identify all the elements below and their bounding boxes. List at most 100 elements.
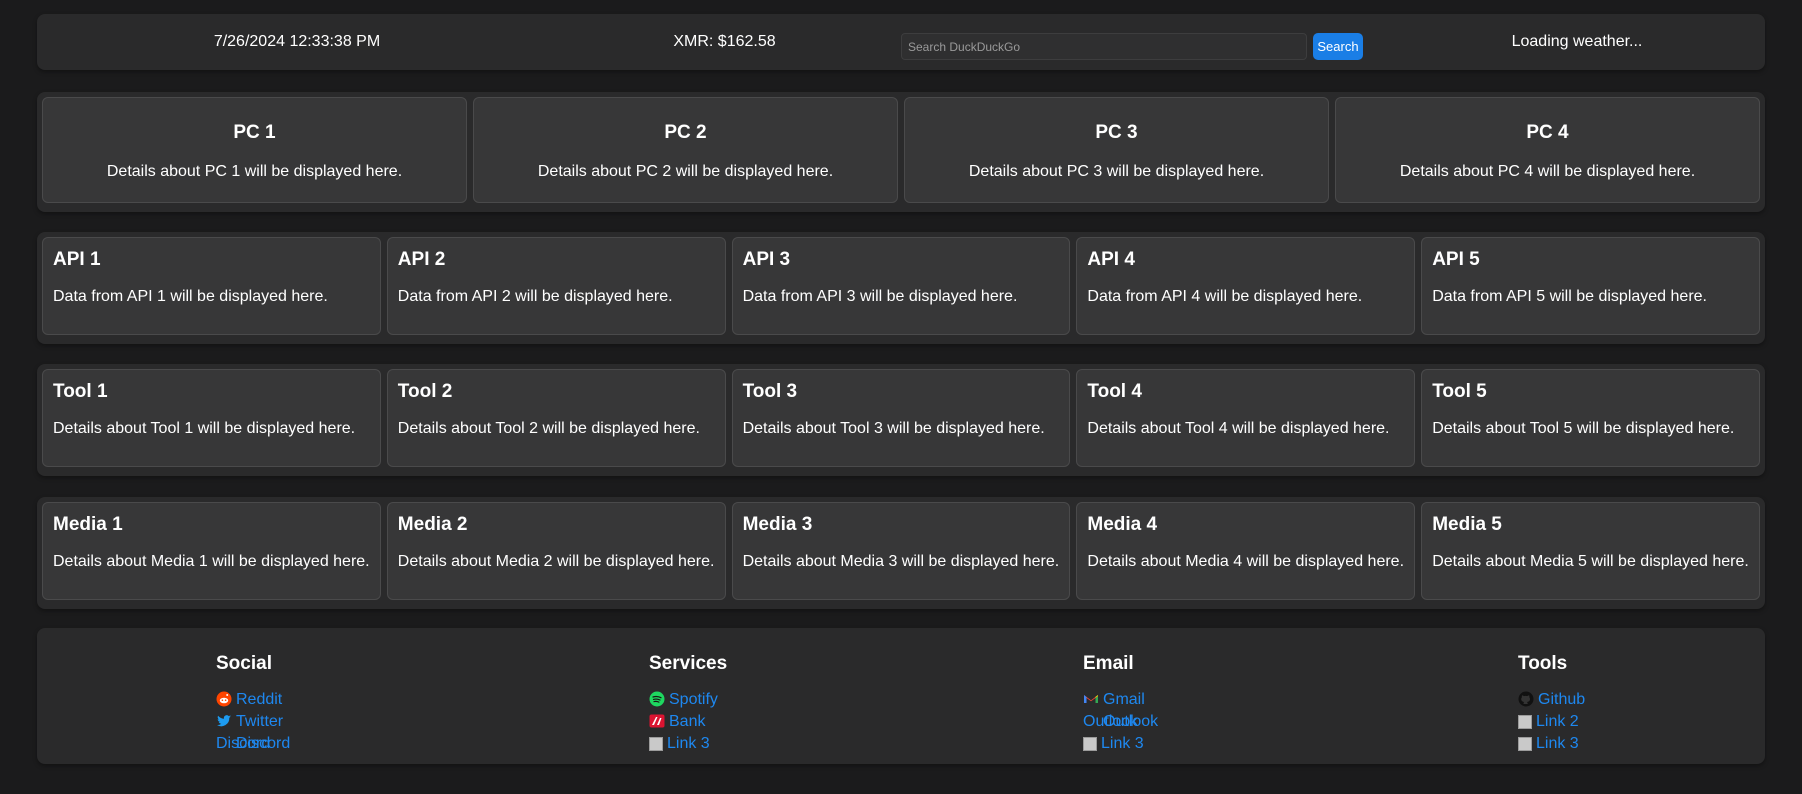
media-card[interactable]: Media 2 Details about Media 2 will be di…	[386, 502, 726, 600]
api-card-title: API 3	[742, 249, 791, 270]
bank-icon	[649, 713, 665, 729]
datetime-display: 7/26/2024 12:33:38 PM	[213, 33, 381, 50]
pc-card-title: PC 4	[1526, 122, 1569, 143]
media-card-text: Details about Media 1 will be displayed …	[53, 553, 370, 570]
footer-link-2[interactable]: Link 2	[1518, 711, 1585, 733]
tool-card-title: Tool 5	[1432, 381, 1487, 402]
footer-link-bank[interactable]: Bank	[649, 711, 727, 733]
media-card-title: Media 4	[1087, 514, 1158, 535]
footer-link-label[interactable]: Reddit	[236, 691, 282, 708]
tool-card[interactable]: Tool 3 Details about Tool 3 will be disp…	[731, 369, 1071, 467]
footer-link-label[interactable]: Link 2	[1536, 713, 1579, 730]
footer-link-3[interactable]: Link 3	[1518, 733, 1585, 755]
broken-image-icon	[1518, 737, 1532, 751]
media-card-text: Details about Media 2 will be displayed …	[397, 553, 715, 570]
xmr-price-display: XMR: $162.58	[673, 33, 776, 50]
top-bar: 7/26/2024 12:33:38 PM XMR: $162.58 Searc…	[37, 14, 1765, 70]
footer-link-label[interactable]: Github	[1538, 691, 1585, 708]
footer-links: Social Reddit Twitter Discord Discord Se…	[37, 628, 1765, 764]
api-card-title: API 5	[1432, 249, 1480, 270]
media-card-text: Details about Media 5 will be displayed …	[1432, 553, 1749, 570]
api-card-text: Data from API 3 will be displayed here.	[742, 288, 1018, 305]
api-card[interactable]: API 1 Data from API 1 will be displayed …	[42, 237, 381, 335]
pc-card[interactable]: PC 4 Details about PC 4 will be displaye…	[1335, 97, 1760, 203]
media-card-title: Media 2	[397, 514, 468, 535]
broken-image-icon: Discord	[216, 735, 271, 752]
tool-card-title: Tool 2	[397, 381, 453, 402]
footer-link-label[interactable]: Bank	[669, 713, 705, 730]
pc-card-text: Details about PC 3 will be displayed her…	[968, 163, 1265, 180]
spotify-icon	[649, 691, 665, 707]
footer-heading-services: Services	[649, 653, 728, 674]
footer-link-3[interactable]: Link 3	[1083, 733, 1158, 755]
pc-card[interactable]: PC 2 Details about PC 2 will be displaye…	[473, 97, 898, 203]
api-card[interactable]: API 5 Data from API 5 will be displayed …	[1421, 237, 1760, 335]
tool-card[interactable]: Tool 1 Details about Tool 1 will be disp…	[42, 369, 381, 467]
pc-card-title: PC 3	[1095, 122, 1138, 143]
footer-link-label[interactable]: Gmail	[1103, 691, 1145, 708]
footer-link-github[interactable]: Github	[1518, 689, 1585, 711]
tool-card-title: Tool 3	[742, 381, 798, 402]
tool-card[interactable]: Tool 4 Details about Tool 4 will be disp…	[1076, 369, 1416, 467]
api-card[interactable]: API 3 Data from API 3 will be displayed …	[731, 237, 1071, 335]
media-card-title: Media 3	[742, 514, 813, 535]
api-card[interactable]: API 4 Data from API 4 will be displayed …	[1076, 237, 1416, 335]
footer-link-outlook[interactable]: Outlook Outlook	[1083, 711, 1158, 733]
tool-card[interactable]: Tool 2 Details about Tool 2 will be disp…	[386, 369, 726, 467]
media-card[interactable]: Media 3 Details about Media 3 will be di…	[731, 502, 1071, 600]
footer-link-spotify[interactable]: Spotify	[649, 689, 727, 711]
weather-display: Loading weather...	[1511, 33, 1643, 50]
footer-column-social: Social Reddit Twitter Discord Discord	[216, 628, 290, 755]
tool-card-title: Tool 1	[53, 381, 108, 402]
pc-card-title: PC 1	[233, 122, 276, 143]
footer-link-label[interactable]: Link 3	[1536, 735, 1579, 752]
tool-card-text: Details about Tool 5 will be displayed h…	[1432, 420, 1735, 437]
pc-section: PC 1 Details about PC 1 will be displaye…	[37, 92, 1765, 212]
footer-column-email: Email Gmail Outlook Outlook Link 3	[1083, 628, 1158, 755]
search-input[interactable]	[901, 33, 1307, 60]
footer-link-label[interactable]: Spotify	[669, 691, 718, 708]
pc-card-text: Details about PC 2 will be displayed her…	[537, 163, 834, 180]
api-card-title: API 4	[1087, 249, 1135, 270]
api-card-text: Data from API 2 will be displayed here.	[397, 288, 673, 305]
footer-link-reddit[interactable]: Reddit	[216, 689, 290, 711]
github-icon	[1518, 691, 1534, 707]
search-button[interactable]: Search	[1313, 33, 1363, 60]
pc-card-text: Details about PC 4 will be displayed her…	[1399, 163, 1696, 180]
media-card-text: Details about Media 4 will be displayed …	[1087, 553, 1405, 570]
api-card-title: API 1	[53, 249, 101, 270]
media-card[interactable]: Media 4 Details about Media 4 will be di…	[1076, 502, 1416, 600]
media-card-title: Media 5	[1432, 514, 1502, 535]
media-card[interactable]: Media 1 Details about Media 1 will be di…	[42, 502, 381, 600]
footer-heading-tools: Tools	[1518, 653, 1568, 674]
footer-link-label[interactable]: Link 3	[667, 735, 710, 752]
footer-link-twitter[interactable]: Twitter	[216, 711, 290, 733]
tool-card-text: Details about Tool 2 will be displayed h…	[397, 420, 700, 437]
footer-heading-email: Email	[1083, 653, 1134, 674]
tool-card-text: Details about Tool 1 will be displayed h…	[53, 420, 356, 437]
pc-card[interactable]: PC 1 Details about PC 1 will be displaye…	[42, 97, 467, 203]
reddit-icon	[216, 691, 232, 707]
twitter-icon	[216, 713, 232, 729]
footer-column-services: Services Spotify Bank Link 3	[649, 628, 727, 755]
pc-card[interactable]: PC 3 Details about PC 3 will be displaye…	[904, 97, 1329, 203]
api-card[interactable]: API 2 Data from API 2 will be displayed …	[386, 237, 726, 335]
media-card-text: Details about Media 3 will be displayed …	[742, 553, 1060, 570]
footer-link-label[interactable]: Twitter	[236, 713, 283, 730]
media-card[interactable]: Media 5 Details about Media 5 will be di…	[1421, 502, 1760, 600]
tool-card-text: Details about Tool 3 will be displayed h…	[742, 420, 1045, 437]
gmail-icon	[1083, 691, 1099, 707]
tool-card[interactable]: Tool 5 Details about Tool 5 will be disp…	[1421, 369, 1760, 467]
footer-link-discord[interactable]: Discord Discord	[216, 733, 290, 755]
footer-heading-social: Social	[216, 653, 272, 674]
footer-link-label[interactable]: Link 3	[1101, 735, 1144, 752]
broken-image-icon	[649, 737, 663, 751]
api-section: API 1 Data from API 1 will be displayed …	[37, 232, 1765, 344]
tool-card-title: Tool 4	[1087, 381, 1142, 402]
tool-card-text: Details about Tool 4 will be displayed h…	[1087, 420, 1390, 437]
api-card-text: Data from API 5 will be displayed here.	[1432, 288, 1707, 305]
api-card-title: API 2	[397, 249, 446, 270]
tool-section: Tool 1 Details about Tool 1 will be disp…	[37, 364, 1765, 476]
footer-link-3[interactable]: Link 3	[649, 733, 727, 755]
footer-link-gmail[interactable]: Gmail	[1083, 689, 1158, 711]
